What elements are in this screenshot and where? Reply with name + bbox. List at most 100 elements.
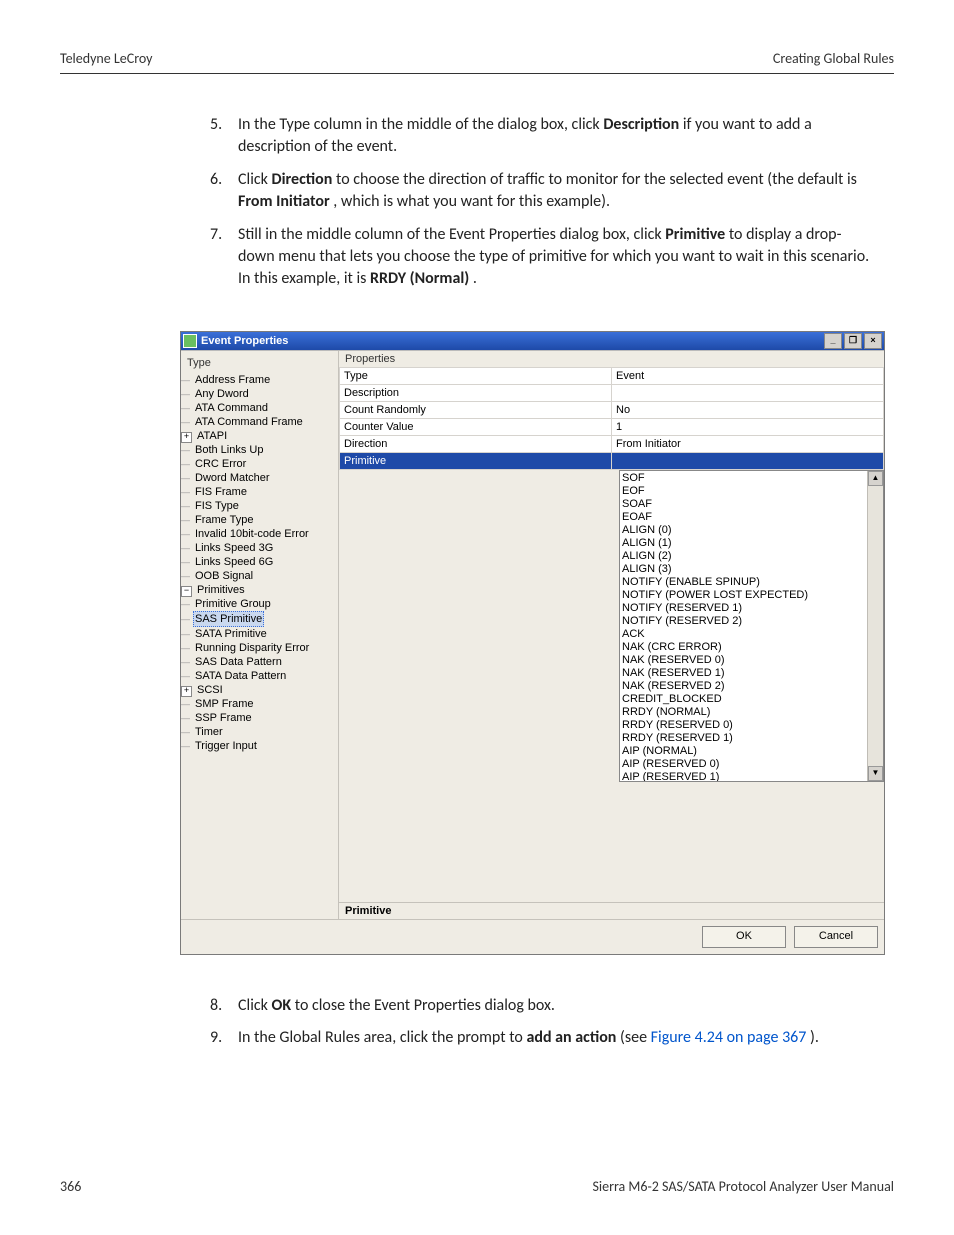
titlebar[interactable]: Event Properties _ ❐ × [181, 332, 884, 350]
tree-node[interactable]: Dword Matcher [181, 471, 338, 485]
property-value[interactable]: No [612, 401, 884, 418]
app-icon [183, 334, 197, 348]
property-row[interactable]: Counter Value1 [340, 418, 884, 435]
primitive-option[interactable]: NOTIFY (POWER LOST EXPECTED) [622, 589, 881, 602]
tree-node[interactable]: OOB Signal [181, 569, 338, 583]
tree-node[interactable]: Links Speed 6G [181, 555, 338, 569]
tree-node[interactable]: Address Frame [181, 373, 338, 387]
properties-table[interactable]: TypeEventDescriptionCount RandomlyNoCoun… [339, 367, 884, 470]
primitive-option[interactable]: SOF [622, 472, 881, 485]
primitive-option[interactable]: NOTIFY (RESERVED 1) [622, 602, 881, 615]
tree-node[interactable]: SMP Frame [181, 697, 338, 711]
primitive-option[interactable]: AIP (NORMAL) [622, 745, 881, 758]
minimize-button[interactable]: _ [824, 333, 842, 349]
tree-node[interactable]: SAS Primitive [181, 611, 338, 627]
tree-node[interactable]: +SCSI [181, 683, 338, 697]
tree-node-label: Invalid 10bit-code Error [193, 527, 311, 541]
tree-node[interactable]: Invalid 10bit-code Error [181, 527, 338, 541]
dialog-button-row: OK Cancel [181, 919, 884, 954]
tree-node[interactable]: Any Dword [181, 387, 338, 401]
tree-node[interactable]: ATA Command [181, 401, 338, 415]
tree-node-label: SAS Primitive [193, 611, 264, 627]
primitive-option[interactable]: NAK (RESERVED 0) [622, 654, 881, 667]
tree-node[interactable]: ATA Command Frame [181, 415, 338, 429]
scroll-up-icon[interactable]: ▲ [868, 471, 883, 486]
primitive-option[interactable]: SOAF [622, 498, 881, 511]
tree-node-label: ATAPI [195, 429, 229, 443]
primitive-option[interactable]: RRDY (RESERVED 1) [622, 732, 881, 745]
property-value[interactable]: From Initiator [612, 435, 884, 452]
tree-node[interactable]: FIS Type [181, 499, 338, 513]
primitive-option[interactable]: NAK (RESERVED 2) [622, 680, 881, 693]
tree-node[interactable]: Primitive Group [181, 597, 338, 611]
tree-node[interactable]: Trigger Input [181, 739, 338, 753]
primitive-option[interactable]: CREDIT_BLOCKED [622, 693, 881, 706]
tree-node[interactable]: SATA Primitive [181, 627, 338, 641]
tree-node[interactable]: Frame Type [181, 513, 338, 527]
tree-expander-icon[interactable]: + [181, 686, 192, 697]
tree-node[interactable]: Both Links Up [181, 443, 338, 457]
property-key: Count Randomly [340, 401, 612, 418]
primitive-option[interactable]: RRDY (RESERVED 0) [622, 719, 881, 732]
property-key: Type [340, 367, 612, 384]
primitive-option[interactable]: ALIGN (0) [622, 524, 881, 537]
maximize-button[interactable]: ❐ [844, 333, 862, 349]
property-value[interactable]: 1 [612, 418, 884, 435]
tree-node[interactable]: FIS Frame [181, 485, 338, 499]
primitive-option[interactable]: AIP (RESERVED 1) [622, 771, 881, 782]
scrollbar[interactable]: ▲ ▼ [867, 471, 883, 781]
property-value[interactable] [612, 384, 884, 401]
ok-button[interactable]: OK [702, 926, 786, 948]
cancel-button[interactable]: Cancel [794, 926, 878, 948]
step9-mid: (see [620, 1028, 651, 1047]
scroll-down-icon[interactable]: ▼ [868, 766, 883, 781]
primitive-option[interactable]: EOAF [622, 511, 881, 524]
step9-figref[interactable]: Figure 4.24 on page 367 [651, 1028, 807, 1047]
property-value[interactable] [612, 452, 884, 469]
tree-node[interactable]: SATA Data Pattern [181, 669, 338, 683]
close-button[interactable]: × [864, 333, 882, 349]
tree-node[interactable]: CRC Error [181, 457, 338, 471]
type-tree[interactable]: Address FrameAny DwordATA CommandATA Com… [181, 373, 338, 753]
tree-node-label: OOB Signal [193, 569, 255, 583]
primitive-option[interactable]: NOTIFY (ENABLE SPINUP) [622, 576, 881, 589]
primitive-option[interactable]: ALIGN (3) [622, 563, 881, 576]
status-label: Primitive [339, 902, 884, 919]
primitive-option[interactable]: NAK (CRC ERROR) [622, 641, 881, 654]
primitive-option[interactable]: NAK (RESERVED 1) [622, 667, 881, 680]
primitive-option[interactable]: AIP (RESERVED 0) [622, 758, 881, 771]
step6-post: , which is what you want for this exampl… [333, 192, 610, 211]
property-row[interactable]: Primitive [340, 452, 884, 469]
primitive-option[interactable]: ACK [622, 628, 881, 641]
primitive-option[interactable]: ALIGN (1) [622, 537, 881, 550]
tree-expander-icon[interactable]: + [181, 432, 192, 443]
primitive-option[interactable]: ALIGN (2) [622, 550, 881, 563]
tree-node[interactable]: SAS Data Pattern [181, 655, 338, 669]
step5-bold: Description [603, 115, 679, 134]
tree-expander-icon[interactable]: − [181, 586, 192, 597]
tree-node[interactable]: Timer [181, 725, 338, 739]
tree-node-label: Primitive Group [193, 597, 273, 611]
property-key: Counter Value [340, 418, 612, 435]
tree-node[interactable]: Links Speed 3G [181, 541, 338, 555]
step-6: Click Direction to choose the direction … [210, 169, 874, 214]
property-row[interactable]: Description [340, 384, 884, 401]
property-value[interactable]: Event [612, 367, 884, 384]
steps-list-top: In the Type column in the middle of the … [210, 114, 874, 291]
tree-node[interactable]: SSP Frame [181, 711, 338, 725]
primitive-option[interactable]: NOTIFY (RESERVED 2) [622, 615, 881, 628]
tree-node[interactable]: Running Disparity Error [181, 641, 338, 655]
tree-node-label: FIS Type [193, 499, 241, 513]
step6-pre: Click [238, 170, 272, 189]
tree-node-label: SATA Primitive [193, 627, 269, 641]
property-row[interactable]: DirectionFrom Initiator [340, 435, 884, 452]
tree-node[interactable]: +ATAPI [181, 429, 338, 443]
primitive-option[interactable]: EOF [622, 485, 881, 498]
tree-node[interactable]: −Primitives [181, 583, 338, 597]
tree-node-label: Frame Type [193, 513, 256, 527]
property-row[interactable]: TypeEvent [340, 367, 884, 384]
step6-b1: Direction [272, 170, 333, 189]
primitive-dropdown[interactable]: ▲ ▼ SOFEOFSOAFEOAFALIGN (0)ALIGN (1)ALIG… [619, 470, 884, 782]
primitive-option[interactable]: RRDY (NORMAL) [622, 706, 881, 719]
property-row[interactable]: Count RandomlyNo [340, 401, 884, 418]
